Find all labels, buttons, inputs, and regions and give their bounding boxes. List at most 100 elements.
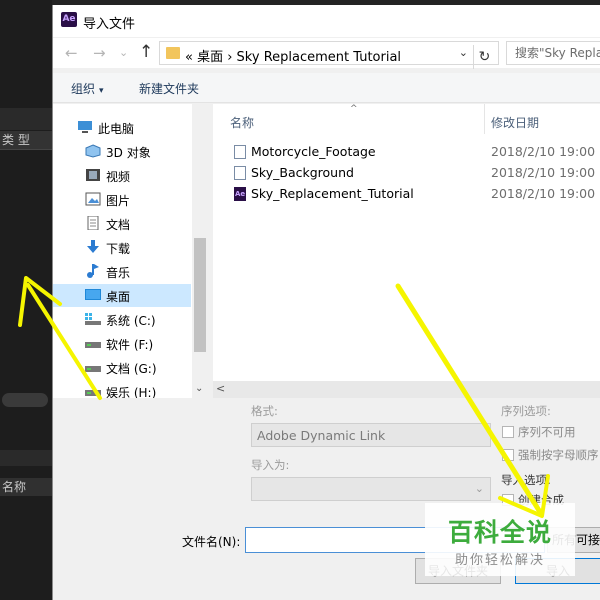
sidebar-item-pictures[interactable]: 图片 <box>53 188 191 211</box>
drive-icon <box>85 342 101 348</box>
file-date: 2018/2/10 19:00 <box>491 186 596 201</box>
format-label: 格式: <box>251 404 278 418</box>
sidebar-item-music[interactable]: 音乐 <box>53 260 191 283</box>
image-file-icon <box>234 166 246 180</box>
address-path[interactable]: « 桌面 › Sky Replacement Tutorial <box>185 46 401 65</box>
ae-type-column-header[interactable]: 类 型 <box>0 131 52 149</box>
file-list-horizontal-scrollbar[interactable]: < <box>213 381 600 398</box>
scroll-down-icon[interactable]: ⌄ <box>195 383 203 394</box>
navigation-bar: ← → ⌄ ↑ « 桌面 › Sky Replacement Tutorial … <box>53 38 600 69</box>
pictures-icon <box>85 192 101 206</box>
recent-locations-icon[interactable]: ⌄ <box>119 46 128 59</box>
sequence-options-label: 序列选项: <box>501 404 551 418</box>
search-input[interactable]: 搜索"Sky Repla <box>506 41 600 65</box>
sidebar-item-label: 娱乐 (H:) <box>106 386 157 398</box>
sidebar-item-drive-g[interactable]: 文档 (G:) <box>53 356 191 379</box>
video-file-icon <box>234 145 246 159</box>
sidebar-item-drive-h[interactable]: 娱乐 (H:) <box>53 380 191 398</box>
column-divider[interactable] <box>484 104 485 134</box>
import-as-select[interactable]: ⌄ <box>251 477 491 501</box>
ae-background-panel <box>0 0 52 600</box>
sidebar-item-label: 此电脑 <box>98 122 135 136</box>
sidebar-item-drive-c[interactable]: 系统 (C:) <box>53 308 191 331</box>
ae-search-pill[interactable] <box>2 393 48 407</box>
format-select[interactable]: Adobe Dynamic Link <box>251 423 491 447</box>
drive-icon <box>85 390 101 396</box>
file-date: 2018/2/10 19:00 <box>491 144 596 159</box>
sidebar-item-this-pc[interactable]: 此电脑 <box>53 116 191 139</box>
file-name: Sky_Replacement_Tutorial <box>251 186 414 201</box>
sidebar-item-documents[interactable]: 文档 <box>53 212 191 235</box>
import-as-label: 导入为: <box>251 458 290 472</box>
folder-icon <box>166 47 180 59</box>
address-bar[interactable]: « 桌面 › Sky Replacement Tutorial ⌄ ↻ <box>159 41 499 69</box>
ae-panel-header <box>0 108 52 130</box>
file-row[interactable]: Sky_Background 2018/2/10 19:00 <box>213 163 600 184</box>
ae-name-column-header[interactable]: 名称 <box>0 478 52 496</box>
format-value: Adobe Dynamic Link <box>257 428 386 443</box>
system-drive-icon <box>85 313 101 325</box>
sidebar-item-label: 文档 <box>106 218 131 232</box>
scroll-left-icon[interactable]: < <box>216 382 225 395</box>
sidebar-item-label: 软件 (F:) <box>106 338 154 352</box>
sidebar-item-label: 3D 对象 <box>106 146 151 160</box>
address-dropdown-icon[interactable]: ⌄ <box>459 46 468 59</box>
filename-label: 文件名(N): <box>182 535 241 549</box>
videos-icon <box>86 169 100 181</box>
sort-ascending-icon: ^ <box>350 104 358 114</box>
drive-icon <box>85 366 101 372</box>
file-name: Motorcycle_Footage <box>251 144 376 159</box>
sidebar-item-3d-objects[interactable]: 3D 对象 <box>53 140 191 163</box>
sidebar-item-desktop[interactable]: 桌面 <box>53 284 191 307</box>
command-bar: 组织 ▾ 新建文件夹 <box>53 73 600 103</box>
ae-timeline-header <box>0 450 52 466</box>
file-row[interactable]: Ae Sky_Replacement_Tutorial 2018/2/10 19… <box>213 184 600 205</box>
sequence-checkbox[interactable] <box>502 426 514 438</box>
sidebar-item-drive-f[interactable]: 软件 (F:) <box>53 332 191 355</box>
sidebar-item-videos[interactable]: 视频 <box>53 164 191 187</box>
after-effects-icon: Ae <box>61 12 77 27</box>
navigation-pane: 此电脑 3D 对象 视频 图片 文档 下载 音乐 桌面 系统 (C:) 软件 (… <box>53 104 208 398</box>
documents-icon <box>87 216 99 230</box>
dialog-title: 导入文件 <box>83 17 136 32</box>
desktop-icon <box>85 289 101 300</box>
column-header-modified[interactable]: 修改日期 <box>491 114 539 131</box>
column-header-name[interactable]: 名称 <box>230 114 254 131</box>
back-arrow-icon[interactable]: ← <box>65 44 78 62</box>
force-alphabetical-checkbox[interactable] <box>502 449 514 461</box>
sidebar-item-label: 图片 <box>106 194 131 208</box>
sidebar-item-label: 视频 <box>106 170 131 184</box>
sidebar-item-label: 文档 (G:) <box>106 362 157 376</box>
file-name: Sky_Background <box>251 165 354 180</box>
downloads-icon <box>87 240 99 253</box>
organize-label: 组织 <box>71 82 96 96</box>
up-arrow-icon[interactable]: ↑ <box>139 42 153 62</box>
chevron-down-icon: ▾ <box>99 86 104 96</box>
forward-arrow-icon[interactable]: → <box>93 44 106 62</box>
organize-button[interactable]: 组织 ▾ <box>71 80 104 97</box>
scrollbar-thumb[interactable] <box>194 238 206 352</box>
sidebar-item-label: 音乐 <box>106 266 131 280</box>
file-row[interactable]: Motorcycle_Footage 2018/2/10 19:00 <box>213 142 600 163</box>
sequence-unavailable-label: 序列不可用 <box>518 425 576 439</box>
computer-icon <box>78 121 92 133</box>
dialog-titlebar[interactable]: Ae 导入文件 <box>53 5 600 37</box>
watermark-subtitle: 助你轻松解决 <box>454 553 545 568</box>
file-list-pane: ^ 名称 修改日期 Motorcycle_Footage 2018/2/10 1… <box>213 104 600 398</box>
new-folder-button[interactable]: 新建文件夹 <box>139 80 199 97</box>
music-icon <box>87 264 99 278</box>
import-options-label: 导入选项: <box>501 473 551 487</box>
3d-objects-icon <box>85 144 101 158</box>
nav-pane-scrollbar[interactable]: ⌄ <box>192 104 208 398</box>
refresh-icon[interactable]: ↻ <box>473 45 495 69</box>
sidebar-item-label: 桌面 <box>106 290 131 304</box>
sidebar-item-downloads[interactable]: 下载 <box>53 236 191 259</box>
chevron-down-icon: ⌄ <box>474 482 484 495</box>
ae-project-icon: Ae <box>234 187 246 201</box>
force-alphabetical-label: 强制按字母顺序 <box>518 448 599 462</box>
watermark: 百科全说 助你轻松解决 <box>425 503 575 576</box>
ae-divider <box>0 149 52 150</box>
sidebar-item-label: 系统 (C:) <box>106 314 156 328</box>
file-date: 2018/2/10 19:00 <box>491 165 596 180</box>
sidebar-item-label: 下载 <box>106 242 131 256</box>
